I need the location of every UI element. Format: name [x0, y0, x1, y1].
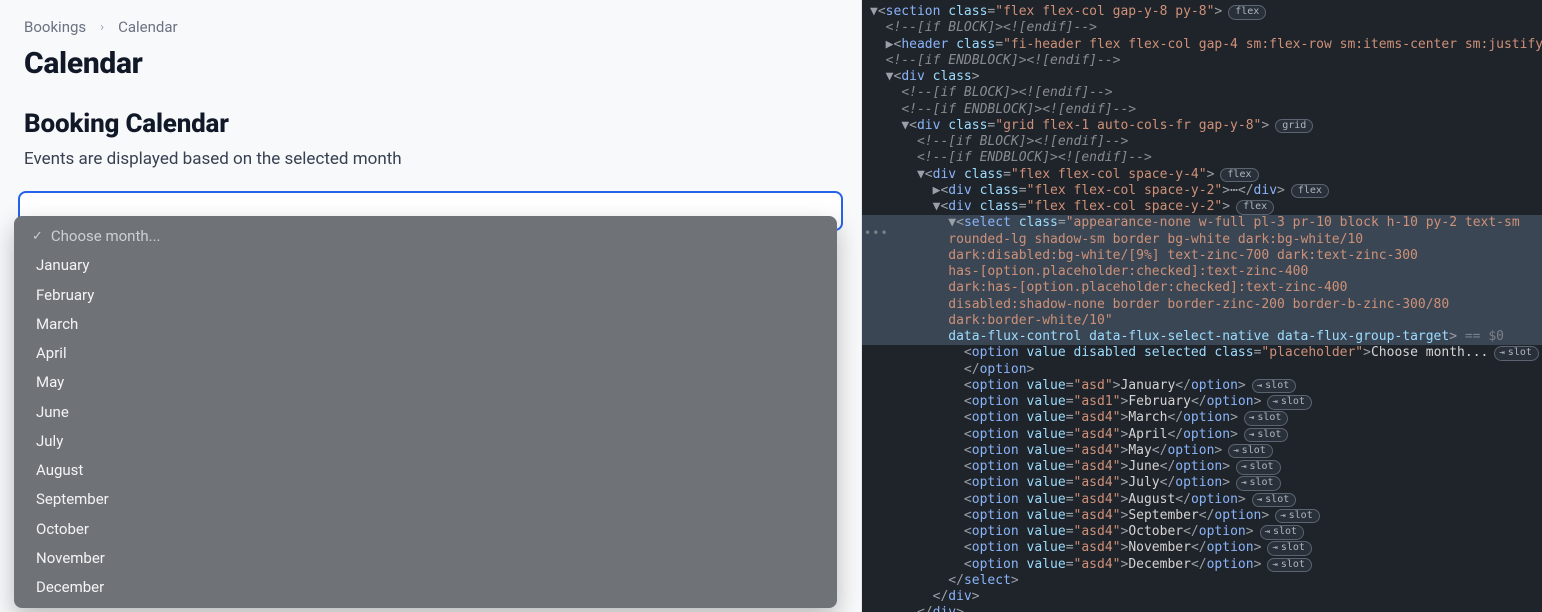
dom-line[interactable]: </div>	[862, 589, 1542, 605]
option-september[interactable]: September	[14, 485, 837, 514]
dom-line[interactable]: <!--[if ENDBLOCK]><![endif]-->	[862, 150, 1542, 166]
dom-line[interactable]: ▼<section class="flex flex-col gap-y-8 p…	[862, 4, 1542, 20]
dom-line[interactable]: ▼<div class="grid flex-1 auto-cols-fr ga…	[862, 118, 1542, 134]
dom-line[interactable]: ▶<header class="fi-header flex flex-col …	[862, 37, 1542, 53]
dom-line[interactable]: <option value="asd4">September</option>s…	[862, 508, 1542, 524]
dom-line[interactable]: <option value="asd1">February</option>sl…	[862, 394, 1542, 410]
option-july[interactable]: July	[14, 427, 837, 456]
dom-line[interactable]: disabled:shadow-none border border-zinc-…	[862, 297, 1542, 313]
ellipsis-icon: •••	[864, 226, 889, 241]
dom-line[interactable]: dark:border-white/10"	[862, 313, 1542, 329]
dom-line[interactable]: <option value="asd4">December</option>sl…	[862, 557, 1542, 573]
dom-line[interactable]: <option value="asd4">July</option>slot	[862, 475, 1542, 491]
dom-line[interactable]: <!--[if ENDBLOCK]><![endif]-->	[862, 53, 1542, 69]
dom-line[interactable]: data-flux-control data-flux-select-nativ…	[862, 329, 1542, 345]
dom-line[interactable]: ▼<div class="flex flex-col space-y-2">fl…	[862, 199, 1542, 215]
dom-line[interactable]: <option value="asd4">June</option>slot	[862, 459, 1542, 475]
dom-line[interactable]: <!--[if ENDBLOCK]><![endif]-->	[862, 102, 1542, 118]
option-june[interactable]: June	[14, 398, 837, 427]
dom-line[interactable]: <option value="asd">January</option>slot	[862, 378, 1542, 394]
dom-line[interactable]: dark:has-[option.placeholder:checked]:te…	[862, 280, 1542, 296]
dom-line[interactable]: </div>	[862, 605, 1542, 612]
option-february[interactable]: February	[14, 281, 837, 310]
check-icon: ✓	[32, 227, 43, 247]
section-title: Booking Calendar	[0, 109, 861, 139]
devtools-elements-panel[interactable]: ••• ▼<section class="flex flex-col gap-y…	[862, 0, 1542, 612]
dom-line[interactable]: <option value="asd4">March</option>slot	[862, 410, 1542, 426]
dom-line[interactable]: <option value disabled selected class="p…	[862, 345, 1542, 361]
dom-line[interactable]: </option>	[862, 362, 1542, 378]
option-november[interactable]: November	[14, 544, 837, 573]
option-may[interactable]: May	[14, 368, 837, 397]
dom-line[interactable]: <option value="asd4">November</option>sl…	[862, 540, 1542, 556]
dom-line[interactable]: dark:disabled:bg-white/[9%] text-zinc-70…	[862, 248, 1542, 264]
dom-line[interactable]: rounded-lg shadow-sm border bg-white dar…	[862, 232, 1542, 248]
dom-line[interactable]: <option value="asd4">May</option>slot	[862, 443, 1542, 459]
option-january[interactable]: January	[14, 251, 837, 280]
dom-line[interactable]: has-[option.placeholder:checked]:text-zi…	[862, 264, 1542, 280]
page-title: Calendar	[0, 46, 861, 81]
option-august[interactable]: August	[14, 456, 837, 485]
app-pane: Bookings › Calendar Calendar Booking Cal…	[0, 0, 862, 612]
option-april[interactable]: April	[14, 339, 837, 368]
month-dropdown[interactable]: ✓ Choose month... January February March…	[14, 216, 837, 608]
dom-line[interactable]: ▼<div class="flex flex-col space-y-4">fl…	[862, 167, 1542, 183]
dom-line[interactable]: <option value="asd4">October</option>slo…	[862, 524, 1542, 540]
dom-line[interactable]: <!--[if BLOCK]><![endif]-->	[862, 85, 1542, 101]
section-subtitle: Events are displayed based on the select…	[0, 149, 861, 169]
breadcrumb: Bookings › Calendar	[0, 18, 861, 36]
dom-line[interactable]: ▼<div class>	[862, 69, 1542, 85]
breadcrumb-root[interactable]: Bookings	[24, 18, 86, 36]
dom-line[interactable]: ▶<div class="flex flex-col space-y-2">⋯<…	[862, 183, 1542, 199]
dom-line[interactable]: <!--[if BLOCK]><![endif]-->	[862, 20, 1542, 36]
option-december[interactable]: December	[14, 573, 837, 602]
option-placeholder[interactable]: ✓ Choose month...	[14, 222, 837, 251]
dom-line[interactable]: <option value="asd4">August</option>slot	[862, 492, 1542, 508]
option-october[interactable]: October	[14, 515, 837, 544]
option-march[interactable]: March	[14, 310, 837, 339]
breadcrumb-current[interactable]: Calendar	[118, 18, 178, 36]
dom-tree[interactable]: ▼<section class="flex flex-col gap-y-8 p…	[862, 4, 1542, 612]
dom-line[interactable]: </select>	[862, 573, 1542, 589]
dom-line[interactable]: <option value="asd4">April</option>slot	[862, 427, 1542, 443]
chevron-right-icon: ›	[100, 20, 104, 35]
option-label: Choose month...	[51, 225, 161, 248]
dom-line[interactable]: ▼<select class="appearance-none w-full p…	[862, 215, 1542, 231]
dom-line[interactable]: <!--[if BLOCK]><![endif]-->	[862, 134, 1542, 150]
